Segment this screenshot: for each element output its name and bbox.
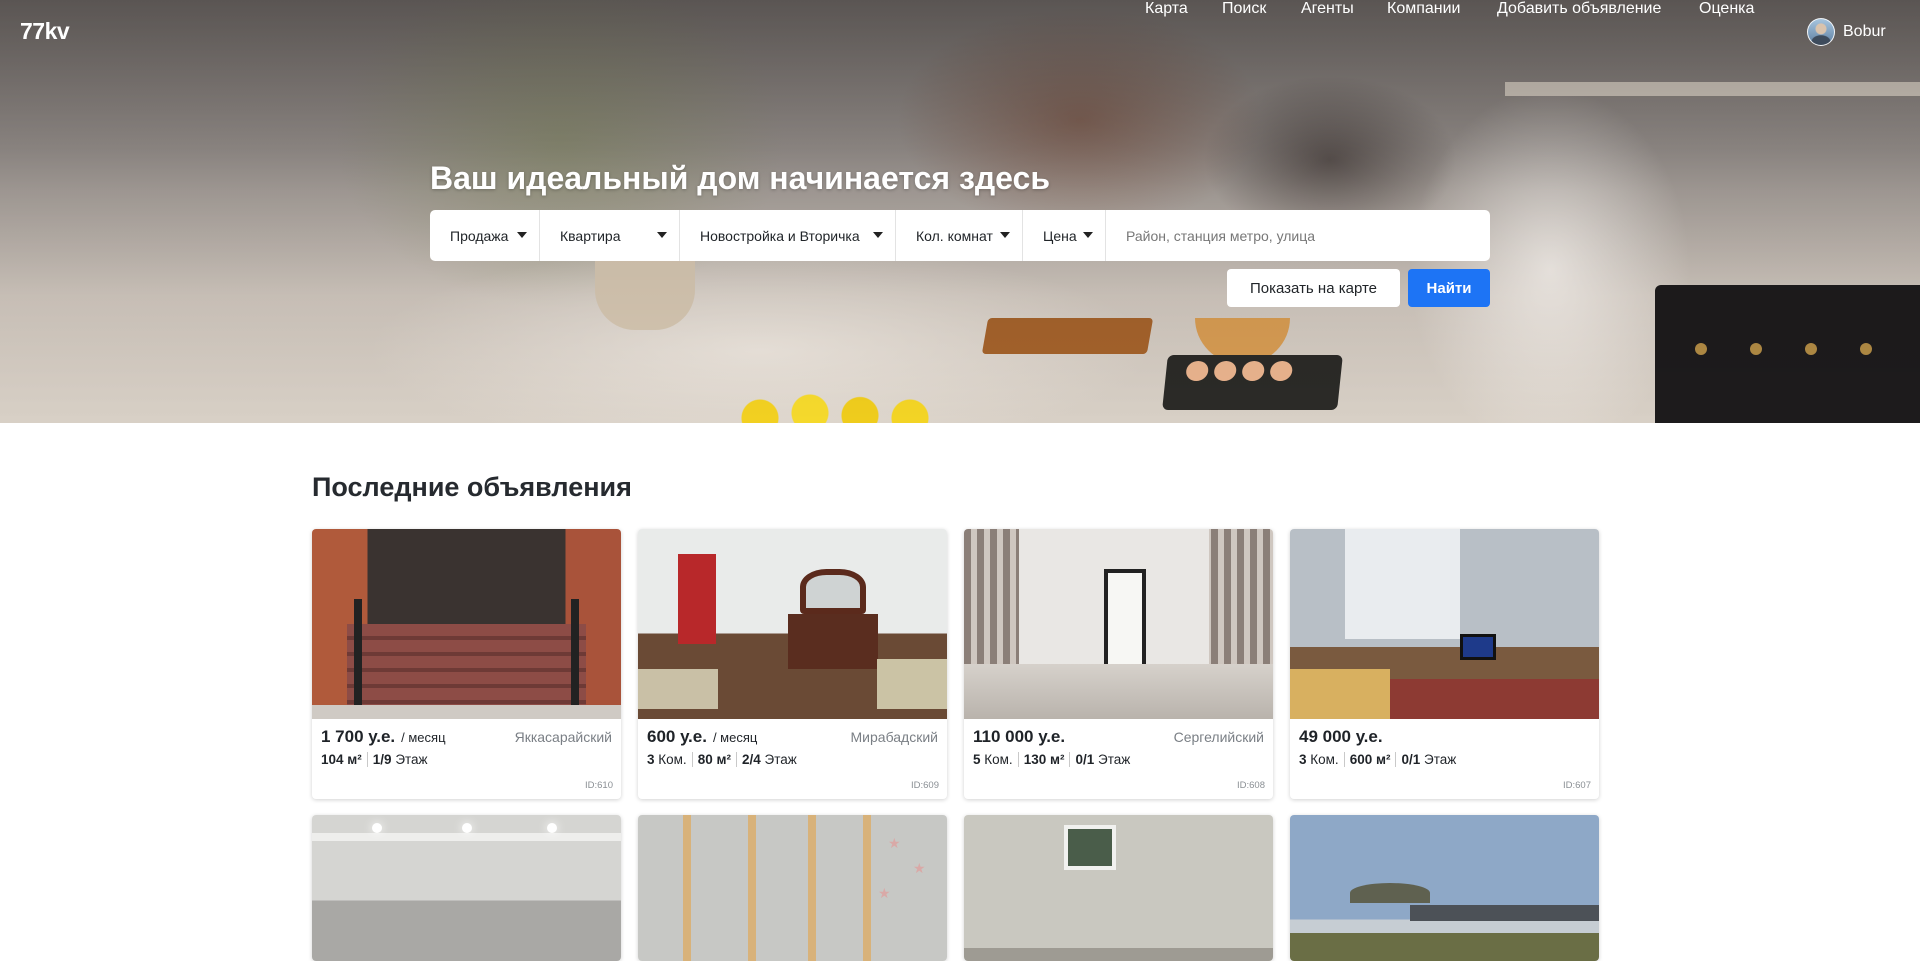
listing-price: 600 у.е. bbox=[647, 727, 707, 746]
site-logo[interactable]: 77kv bbox=[20, 18, 70, 45]
listing-photo bbox=[964, 815, 1273, 961]
property-type-select[interactable]: Квартира bbox=[540, 210, 680, 261]
rooms-unit: Ком. bbox=[984, 752, 1013, 767]
listing-specs: 3 Ком. 80 м² 2/4 Этаж bbox=[647, 752, 938, 767]
market-type-select[interactable]: Новостройка и Вторичка bbox=[680, 210, 896, 261]
listing-specs: 104 м² 1/9 Этаж bbox=[321, 752, 612, 767]
rooms-unit: Ком. bbox=[1310, 752, 1339, 767]
caret-down-icon bbox=[517, 232, 527, 238]
nav-link-search[interactable]: Поиск bbox=[1222, 0, 1266, 18]
listing-photo bbox=[964, 529, 1273, 719]
listing-photo bbox=[312, 815, 621, 961]
listing-card[interactable] bbox=[312, 815, 621, 961]
listing-id: ID:610 bbox=[585, 780, 613, 791]
find-button[interactable]: Найти bbox=[1408, 269, 1490, 307]
floor-unit: Этаж bbox=[395, 752, 428, 767]
latest-listings-title: Последние объявления bbox=[312, 472, 632, 502]
listing-photo bbox=[638, 529, 947, 719]
deal-type-value: Продажа bbox=[450, 227, 509, 244]
user-name: Bobur bbox=[1843, 23, 1886, 40]
listing-card[interactable]: 1 700 у.е. / месяц Яккасарайский 104 м² … bbox=[312, 529, 621, 799]
listing-floor: 2/4 bbox=[741, 752, 761, 767]
listing-card[interactable]: ★ ★ ★ bbox=[638, 815, 947, 961]
rooms-select[interactable]: Кол. комнат bbox=[896, 210, 1023, 261]
listing-id: ID:608 bbox=[1237, 780, 1265, 791]
price-select[interactable]: Цена bbox=[1023, 210, 1106, 261]
listing-card[interactable] bbox=[1290, 815, 1599, 961]
listing-area: 600 м² bbox=[1349, 752, 1391, 767]
caret-down-icon bbox=[873, 232, 883, 238]
floor-unit: Этаж bbox=[1424, 752, 1457, 767]
listing-id: ID:609 bbox=[911, 780, 939, 791]
listing-photo: ★ ★ ★ bbox=[638, 815, 947, 961]
listing-area: 80 м² bbox=[697, 752, 731, 767]
listing-id: ID:607 bbox=[1563, 780, 1591, 791]
market-type-value: Новостройка и Вторичка bbox=[700, 227, 860, 244]
location-search-input[interactable] bbox=[1106, 210, 1490, 261]
listing-floor: 0/1 bbox=[1075, 752, 1095, 767]
caret-down-icon bbox=[657, 232, 667, 238]
listing-rooms: 5 bbox=[973, 752, 981, 767]
listing-rooms: 3 bbox=[647, 752, 655, 767]
nav-link-agents[interactable]: Агенты bbox=[1301, 0, 1354, 18]
listing-price: 1 700 у.е. bbox=[321, 727, 396, 746]
listing-price: 49 000 у.е. bbox=[1299, 727, 1383, 746]
user-avatar bbox=[1807, 18, 1835, 46]
rooms-unit: Ком. bbox=[658, 752, 687, 767]
listing-floor: 1/9 bbox=[372, 752, 392, 767]
floor-unit: Этаж bbox=[1098, 752, 1131, 767]
listing-photo bbox=[1290, 529, 1599, 719]
listing-period: / месяц bbox=[401, 730, 446, 745]
listing-area: 104 м² bbox=[321, 752, 362, 767]
price-value: Цена bbox=[1043, 227, 1077, 244]
listing-specs: 3 Ком. 600 м² 0/1 Этаж bbox=[1299, 752, 1590, 767]
listing-district: Сергелийский bbox=[1173, 729, 1264, 745]
listing-photo bbox=[312, 529, 621, 719]
listing-card[interactable] bbox=[964, 815, 1273, 961]
listing-price: 110 000 у.е. bbox=[973, 727, 1066, 746]
top-navbar: 77kv Карта Поиск Агенты Компании Добавит… bbox=[0, 0, 1920, 64]
hero-headline: Ваш идеальный дом начинается здесь bbox=[430, 160, 1051, 196]
floor-unit: Этаж bbox=[764, 752, 797, 767]
listing-period: / месяц bbox=[712, 730, 758, 745]
property-type-value: Квартира bbox=[560, 227, 621, 244]
listing-rooms: 3 bbox=[1299, 752, 1307, 767]
deal-type-select[interactable]: Продажа bbox=[430, 210, 540, 261]
hero-banner: 77kv Карта Поиск Агенты Компании Добавит… bbox=[0, 0, 1920, 423]
listing-card[interactable]: 600 у.е. / месяц Мирабадский 3 Ком. 80 м… bbox=[638, 529, 947, 799]
listing-floor: 0/1 bbox=[1401, 752, 1421, 767]
nav-link-add-listing[interactable]: Добавить объявление bbox=[1497, 0, 1661, 18]
nav-link-valuation[interactable]: Оценка bbox=[1699, 0, 1754, 18]
search-bar: Продажа Квартира Новостройка и Вторичка … bbox=[430, 210, 1490, 261]
listing-district: Яккасарайский bbox=[514, 729, 612, 745]
listing-card[interactable]: 110 000 у.е. Сергелийский 5 Ком. 130 м² … bbox=[964, 529, 1273, 799]
caret-down-icon bbox=[1083, 232, 1093, 238]
nav-link-companies[interactable]: Компании bbox=[1387, 0, 1461, 18]
nav-link-map[interactable]: Карта bbox=[1145, 0, 1188, 18]
user-menu[interactable]: Bobur bbox=[1807, 18, 1886, 46]
listing-card[interactable]: 49 000 у.е. 3 Ком. 600 м² 0/1 Этаж ID:60… bbox=[1290, 529, 1599, 799]
show-on-map-button[interactable]: Показать на карте bbox=[1227, 269, 1400, 307]
listing-specs: 5 Ком. 130 м² 0/1 Этаж bbox=[973, 752, 1264, 767]
listing-photo bbox=[1290, 815, 1599, 961]
listing-area: 130 м² bbox=[1023, 752, 1065, 767]
rooms-value: Кол. комнат bbox=[916, 227, 993, 244]
caret-down-icon bbox=[1000, 232, 1010, 238]
listing-district: Мирабадский bbox=[850, 729, 938, 745]
